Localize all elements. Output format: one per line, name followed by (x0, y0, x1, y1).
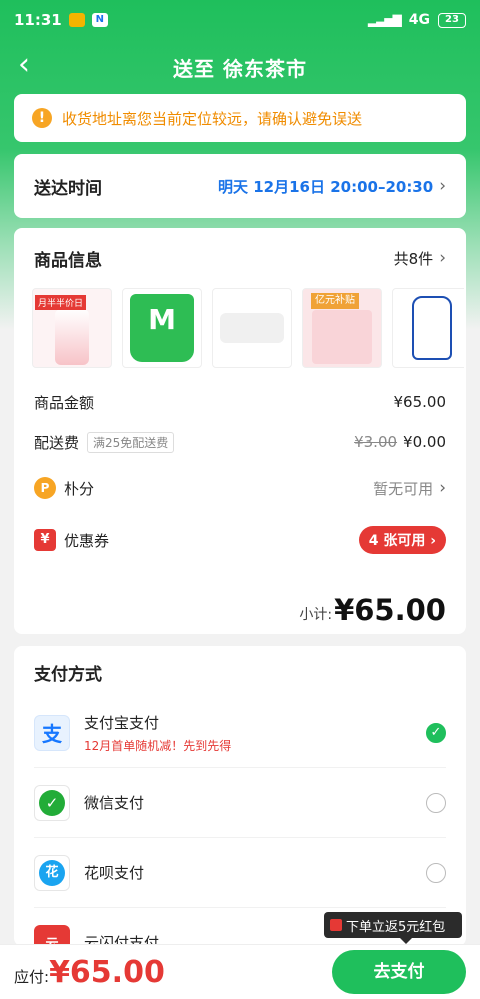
status-time: 11:31 (14, 11, 62, 29)
goods-amount-label: 商品金额 (34, 393, 95, 412)
radio-unchecked-icon[interactable] (426, 862, 446, 883)
payment-name: 花呗支付 (84, 864, 145, 882)
huabei-icon: 花 (34, 854, 70, 891)
goods-amount-value: ¥65.00 (393, 393, 447, 411)
delivery-time-value[interactable]: 明天 12月16日 20:00–20:30 (218, 176, 433, 197)
free-delivery-tag: 满25免配送费 (87, 431, 175, 453)
total-label: 应付: (14, 967, 50, 986)
total-value: ¥65.00 (49, 954, 165, 990)
delivery-fee-row: 配送费 满25免配送费 ¥3.00 ¥0.00 (34, 422, 446, 462)
points-icon: P (34, 477, 56, 499)
product-thumb-yogurt-bottle[interactable]: 月半半价日 (32, 288, 112, 368)
delivery-fee-label: 配送费 (34, 433, 80, 452)
goods-title: 商品信息 (34, 250, 102, 271)
cashback-text: 下单立返5元红包 (346, 919, 446, 935)
chevron-right-icon: › (439, 176, 446, 196)
promo-tag: 月半半价日 (35, 295, 87, 310)
product-thumb-green-yogurt[interactable]: M (122, 288, 202, 368)
signal-icon: ▂▃▅▇ (367, 13, 402, 27)
subtotal-label: 小计: (299, 607, 333, 623)
coupon-available-text: 4 张可用 (368, 533, 426, 549)
nav-bar: ‹ 送至 徐东茶市 (0, 42, 480, 92)
payment-option-huabei[interactable]: 花 花呗支付 (34, 838, 446, 908)
goods-count[interactable]: 共8件 (394, 248, 434, 269)
payment-option-alipay[interactable]: 支 支付宝支付 12月首单随机减！先到先得 ✓ (34, 698, 446, 768)
network-type: 4G (408, 12, 430, 28)
unionpay-icon: 云 (34, 924, 70, 946)
radio-unchecked-icon[interactable] (426, 792, 446, 813)
warning-icon: ! (32, 108, 52, 128)
page-title: 送至 徐东茶市 (173, 56, 307, 81)
coupon-row[interactable]: ¥ 优惠券 4 张可用 › (34, 520, 446, 560)
payment-option-wechat[interactable]: ✓ 微信支付 (34, 768, 446, 838)
coupon-label: 优惠券 (64, 531, 110, 550)
payment-method-card: 支付方式 支 支付宝支付 12月首单随机减！先到先得 ✓ ✓ 微信支付 花 花呗… (14, 646, 466, 946)
subtotal-row: 小计: ¥65.00 (34, 580, 446, 640)
points-label: 朴分 (64, 479, 95, 498)
chevron-right-icon: › (439, 248, 446, 268)
payment-name: 微信支付 (84, 794, 145, 812)
delivery-fee-original: ¥3.00 (354, 433, 398, 451)
radio-checked-icon[interactable]: ✓ (426, 722, 446, 743)
address-warning-banner: ! 收货地址离您当前定位较远，请确认避免误送 (14, 94, 466, 142)
app-notification-icon: N (91, 13, 108, 27)
back-arrow-icon[interactable]: ‹ (18, 50, 30, 80)
red-packet-icon (330, 919, 342, 931)
product-thumb-milk-jug[interactable] (392, 288, 464, 368)
payment-title: 支付方式 (34, 665, 102, 685)
subsidy-badge: 亿元补贴 (311, 293, 359, 309)
checkout-bar: 应付: ¥65.00 去支付 (0, 944, 480, 999)
yogurt-cups-image (220, 313, 284, 343)
points-row[interactable]: P 朴分 暂无可用 › (34, 468, 446, 508)
milk-jug-image (412, 296, 452, 360)
delivery-fee-value: ¥0.00 (403, 433, 446, 451)
status-bar: 11:31 N ▂▃▅▇ 4G 23 (0, 0, 480, 40)
coupon-icon: ¥ (34, 529, 56, 551)
coupon-available-button[interactable]: 4 张可用 › (358, 526, 446, 554)
goods-thumbnails[interactable]: 月半半价日 M 亿元补贴 (32, 288, 464, 368)
delivery-time-label: 送达时间 (34, 178, 102, 199)
gallery-notification-icon (68, 13, 85, 27)
payment-promo: 12月首单随机减！先到先得 (84, 738, 232, 753)
goods-info-card: 商品信息 共8件 › 月半半价日 M 亿元补贴 商品金额 ¥65.00 配送费 … (14, 228, 466, 634)
delivery-time-row[interactable]: 送达时间 明天 12月16日 20:00–20:30 › (14, 154, 466, 218)
pink-box-image (312, 310, 372, 364)
wechat-pay-icon: ✓ (34, 784, 70, 821)
goods-header[interactable]: 商品信息 共8件 › (34, 228, 446, 288)
battery-icon: 23 (438, 12, 466, 28)
yogurt-bottle-image (55, 309, 89, 365)
goods-amount-row: 商品金额 ¥65.00 (34, 382, 446, 422)
green-yogurt-cup-image: M (130, 294, 194, 362)
product-thumb-cups[interactable] (212, 288, 292, 368)
chevron-right-icon: › (439, 478, 446, 498)
subtotal-value: ¥65.00 (334, 593, 446, 627)
cashback-tooltip: 下单立返5元红包 (324, 912, 462, 944)
warning-text: 收货地址离您当前定位较远，请确认避免误送 (62, 109, 363, 128)
points-value: 暂无可用 (373, 479, 434, 498)
pay-button[interactable]: 去支付 (332, 950, 466, 994)
payment-name: 支付宝支付 (84, 713, 160, 732)
product-thumb-pink-box[interactable]: 亿元补贴 (302, 288, 382, 368)
alipay-icon: 支 (34, 714, 70, 751)
